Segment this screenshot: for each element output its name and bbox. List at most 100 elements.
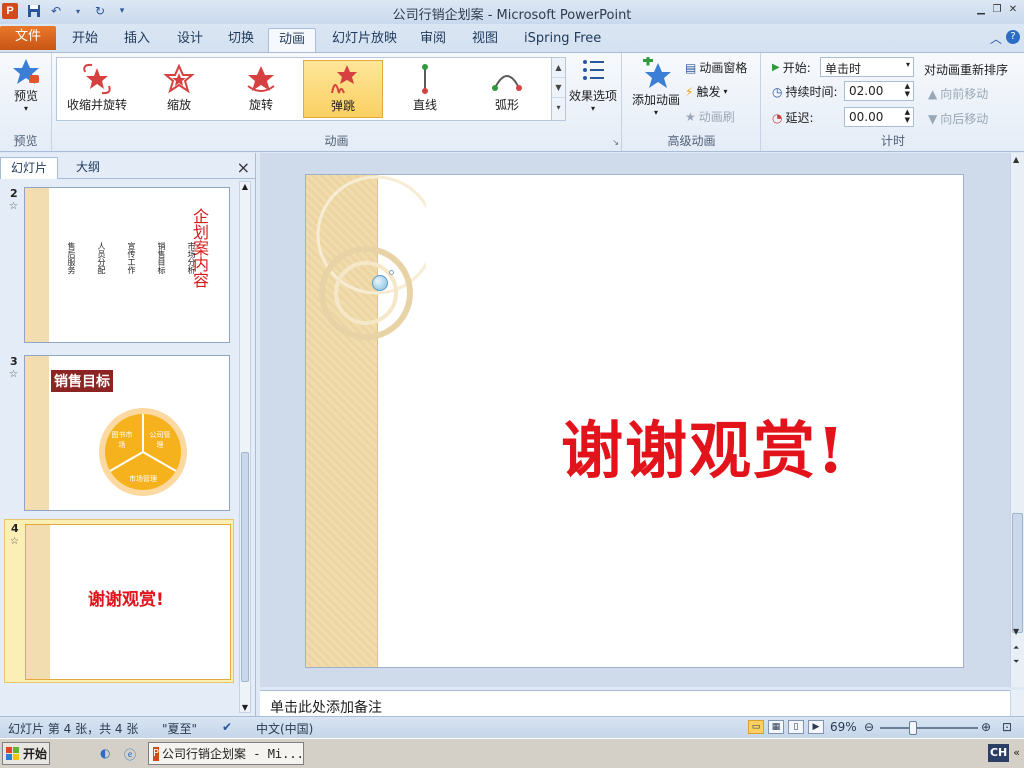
anim-line[interactable]: 直线 bbox=[385, 60, 465, 118]
tab-review[interactable]: 审阅 bbox=[410, 28, 456, 52]
bullet: 市场分析 bbox=[187, 242, 196, 274]
tab-design[interactable]: 设计 bbox=[167, 28, 213, 52]
scroll-down-icon[interactable]: ▼ bbox=[1013, 627, 1019, 636]
slide-editing-area: 谢谢观赏! bbox=[260, 153, 1010, 687]
tab-ispring[interactable]: iSpring Free bbox=[514, 28, 611, 52]
move-earlier-button[interactable]: ▲ 向前移动 bbox=[928, 85, 988, 102]
ime-indicator[interactable]: CH bbox=[987, 744, 1010, 762]
triangle-up-icon: ▲ bbox=[928, 86, 938, 101]
main-scrollbar[interactable]: ▲ ▼ ⏶ ⏷ bbox=[1010, 153, 1024, 687]
anim-spin[interactable]: 旋转 bbox=[221, 60, 301, 118]
duration-spinner[interactable]: 02.00 ▲ ▼ bbox=[844, 81, 914, 101]
fit-to-window-icon[interactable]: ⊡ bbox=[1002, 720, 1012, 734]
slide-thumbnail-3[interactable]: 3 ☆ 销售目标 图书市场 公司管理 市场管理 bbox=[4, 353, 234, 513]
restore-icon[interactable]: ❐ bbox=[990, 3, 1004, 17]
help-icon[interactable]: ? bbox=[1006, 30, 1020, 44]
next-slide-icon[interactable]: ⏷ bbox=[1013, 657, 1019, 667]
minimize-icon[interactable]: ▁ bbox=[974, 3, 988, 17]
trigger-button[interactable]: ⚡ 触发 ▾ bbox=[685, 83, 727, 100]
slideshow-view-icon[interactable]: ▶ bbox=[808, 720, 824, 734]
notes-scrollbar[interactable] bbox=[1010, 690, 1024, 716]
zoom-slider-knob[interactable] bbox=[909, 721, 917, 735]
panel-scroll-thumb[interactable] bbox=[241, 452, 249, 682]
animation-pane-button[interactable]: ▤ 动画窗格 bbox=[685, 59, 747, 76]
notes-pane[interactable]: 单击此处添加备注 bbox=[260, 690, 1010, 716]
rotation-handle-icon[interactable] bbox=[389, 270, 394, 275]
minimize-ribbon-icon[interactable]: ︿ bbox=[990, 30, 1002, 47]
gallery-down-icon[interactable]: ▼ bbox=[552, 78, 565, 98]
spinner-arrows-icon[interactable]: ▲ ▼ bbox=[905, 82, 910, 98]
move-later-button[interactable]: ▼ 向后移动 bbox=[928, 110, 988, 127]
gallery-more-icon[interactable]: ▾ bbox=[552, 98, 565, 118]
tab-view[interactable]: 视图 bbox=[462, 28, 508, 52]
main-scroll-thumb[interactable] bbox=[1012, 513, 1023, 633]
scroll-up-icon[interactable]: ▲ bbox=[240, 182, 250, 191]
tab-animations[interactable]: 动画 bbox=[268, 28, 317, 52]
theme-name[interactable]: "夏至" bbox=[162, 720, 197, 737]
cycle-diagram bbox=[99, 408, 187, 496]
spinner-arrows-icon[interactable]: ▲ ▼ bbox=[905, 108, 910, 124]
taskbar-powerpoint-item[interactable]: P 公司行销企划案 - Mi... bbox=[148, 742, 304, 765]
tab-slides[interactable]: 幻灯片 bbox=[0, 157, 59, 179]
tab-slideshow[interactable]: 幻灯片放映 bbox=[322, 28, 407, 52]
start-select[interactable]: 单击时 ▾ bbox=[820, 57, 914, 77]
anim-arc[interactable]: 弧形 bbox=[467, 60, 547, 118]
animation-group: 收缩并旋转 缩放 旋转 弹跳 直线 弧形 ▲ ▼ ▾ 效果选项 ▾ 动画 ↘ bbox=[52, 53, 622, 151]
tab-transitions[interactable]: 切换 bbox=[218, 28, 264, 52]
current-slide[interactable]: 谢谢观赏! bbox=[305, 174, 964, 668]
slide-decor-stripe bbox=[26, 525, 50, 679]
spell-check-icon[interactable]: ✔ bbox=[222, 720, 232, 734]
gallery-scrollbar[interactable]: ▲ ▼ ▾ bbox=[551, 58, 565, 120]
reading-view-icon[interactable]: ▯ bbox=[788, 720, 804, 734]
add-animation-button[interactable]: 添加动画 ▾ bbox=[629, 57, 683, 117]
scroll-up-icon[interactable]: ▲ bbox=[1013, 155, 1019, 164]
preview-button[interactable]: 预览 ▾ bbox=[4, 57, 48, 113]
previous-slide-icon[interactable]: ⏶ bbox=[1013, 643, 1019, 653]
triangle-down-icon: ▼ bbox=[928, 111, 938, 126]
zoom-slider[interactable] bbox=[880, 727, 978, 729]
tab-insert[interactable]: 插入 bbox=[114, 28, 160, 52]
anim-zoom[interactable]: 缩放 bbox=[139, 60, 219, 118]
animation-star-icon: ☆ bbox=[9, 201, 18, 212]
segment-label: 公司管理 bbox=[149, 431, 171, 449]
windows-logo-icon bbox=[6, 746, 19, 760]
slide-sorter-icon[interactable]: ▦ bbox=[768, 720, 784, 734]
title-bar: P ↶ ▾ ↻ ▾ 公司行销企划案 - Microsoft PowerPoint… bbox=[0, 0, 1024, 24]
start-button[interactable]: 开始 bbox=[2, 742, 50, 765]
zoom-out-icon[interactable]: ⊖ bbox=[864, 720, 874, 734]
effect-options-button[interactable]: 效果选项 ▾ bbox=[566, 57, 620, 113]
tab-outline[interactable]: 大纲 bbox=[66, 157, 110, 179]
selection-handle-icon[interactable] bbox=[372, 275, 388, 291]
language-indicator[interactable]: 中文(中国) bbox=[256, 720, 313, 737]
ribbon-tab-strip: 文件 开始 插入 设计 切换 动画 幻灯片放映 审阅 视图 iSpring Fr… bbox=[0, 24, 1024, 52]
delay-spinner[interactable]: 00.00 ▲ ▼ bbox=[844, 107, 914, 127]
slide-title[interactable]: 谢谢观赏! bbox=[561, 400, 846, 490]
dialog-launcher-icon[interactable]: ↘ bbox=[612, 138, 619, 147]
anim-bounce[interactable]: 弹跳 bbox=[303, 60, 383, 118]
anim-shrink-turn[interactable]: 收缩并旋转 bbox=[57, 60, 137, 118]
powerpoint-task-icon: P bbox=[153, 746, 160, 761]
gallery-up-icon[interactable]: ▲ bbox=[552, 58, 565, 78]
desktop-icon[interactable]: ◐ bbox=[100, 746, 110, 760]
panel-scrollbar[interactable]: ▲ ▼ bbox=[239, 181, 251, 713]
zoom-level[interactable]: 69% bbox=[830, 720, 857, 734]
close-icon[interactable]: ✕ bbox=[1006, 3, 1020, 17]
browser-icon[interactable]: ⓔ bbox=[124, 746, 136, 763]
animation-painter-button[interactable]: ★ 动画刷 bbox=[685, 108, 735, 125]
slide-thumbnail-2[interactable]: 2 ☆ 企划案内容 售后服务 人员分配 宣传工作 销售目标 市场分析 bbox=[4, 185, 234, 345]
scroll-down-icon[interactable]: ▼ bbox=[240, 703, 250, 712]
tab-home[interactable]: 开始 bbox=[62, 28, 108, 52]
bullet: 售后服务 bbox=[67, 242, 76, 274]
close-panel-icon[interactable]: × bbox=[237, 160, 250, 176]
slide-3-title: 销售目标 bbox=[51, 370, 113, 392]
normal-view-icon[interactable]: ▭ bbox=[748, 720, 764, 734]
slide-thumbnail-4[interactable]: 4 ☆ 谢谢观赏! bbox=[4, 519, 234, 683]
tab-file[interactable]: 文件 bbox=[0, 26, 56, 50]
notes-placeholder: 单击此处添加备注 bbox=[270, 700, 382, 716]
zoom-in-icon[interactable]: ⊕ bbox=[981, 720, 991, 734]
chevron-down-icon: ▾ bbox=[23, 104, 28, 113]
slide-2-preview: 企划案内容 售后服务 人员分配 宣传工作 销售目标 市场分析 bbox=[24, 187, 230, 343]
tray-expand-icon[interactable]: « bbox=[1011, 744, 1022, 762]
spin-icon bbox=[247, 66, 275, 92]
add-animation-star-icon bbox=[643, 57, 671, 88]
